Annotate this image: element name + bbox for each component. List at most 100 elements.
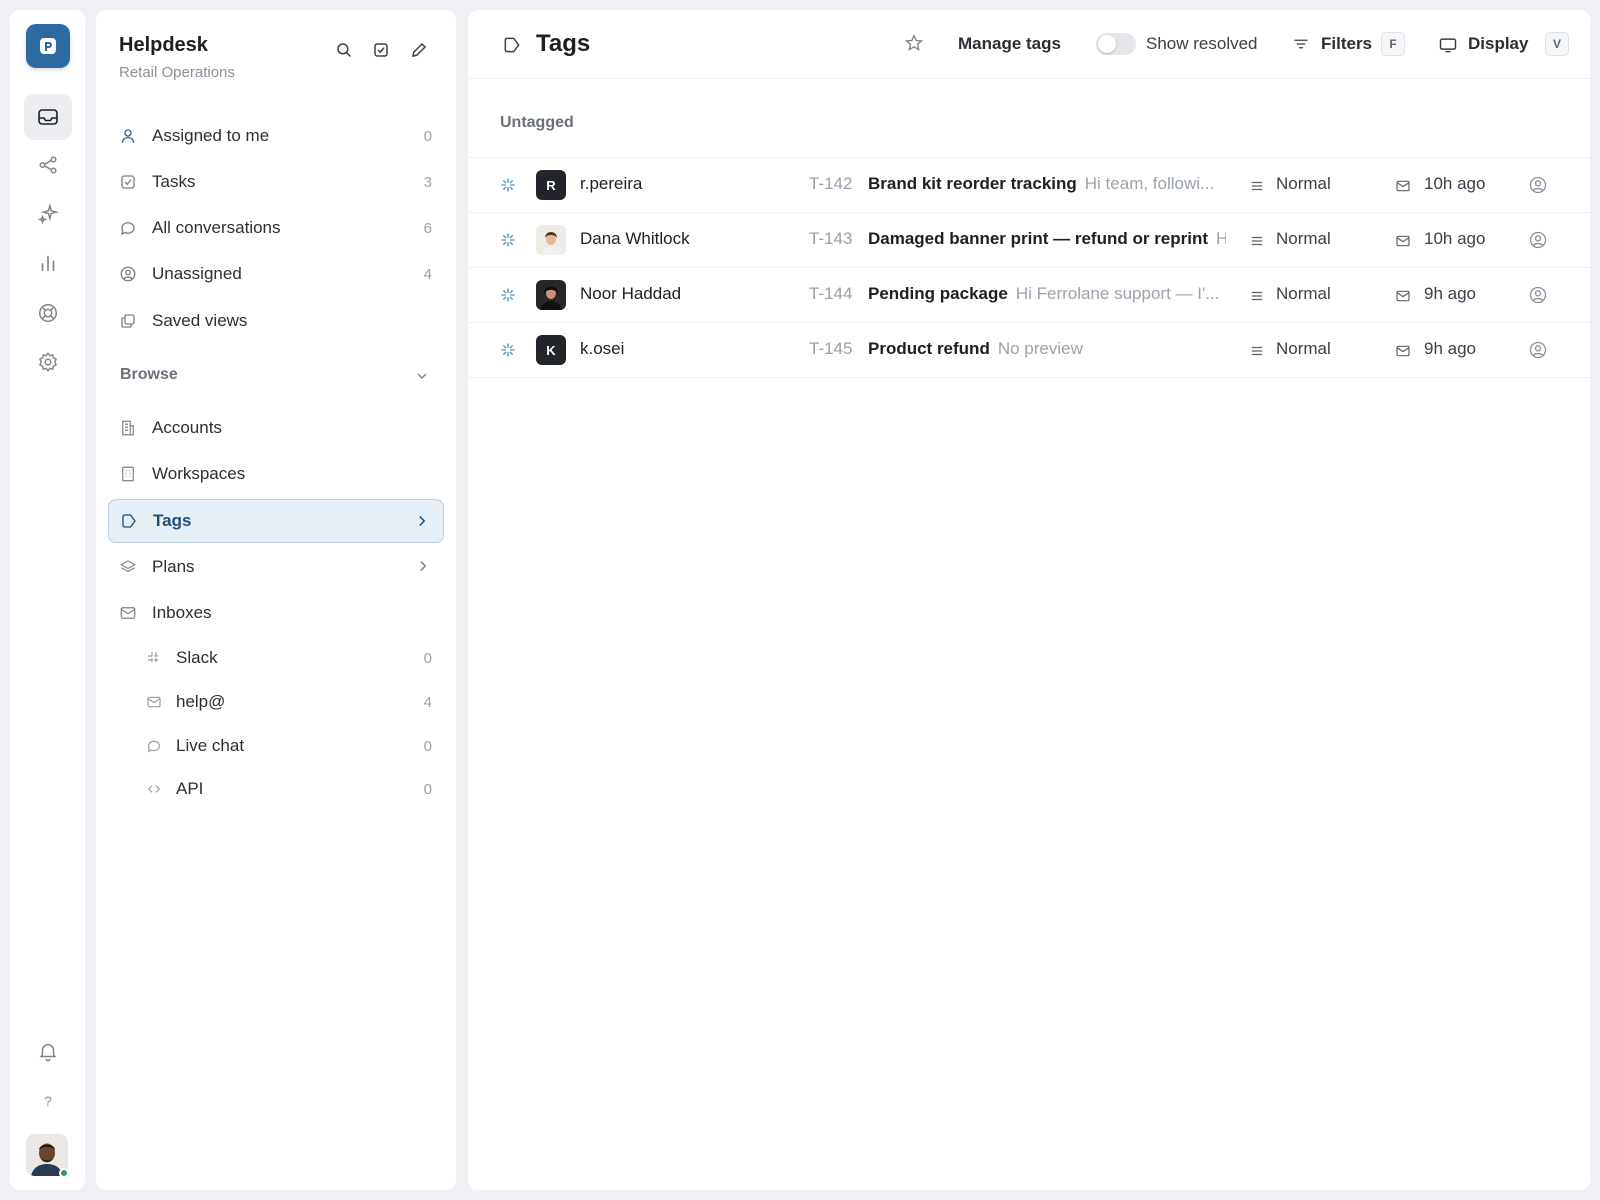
nav-tasks[interactable]: Tasks 3 — [108, 160, 444, 204]
search-button[interactable] — [332, 38, 356, 62]
assignee-icon[interactable] — [1528, 175, 1548, 195]
requester-name: Dana Whitlock — [580, 229, 690, 248]
ticket-row[interactable]: Noor Haddad T-144 Pending package Hi Ferr… — [468, 268, 1590, 323]
chevron-right-icon — [414, 557, 432, 575]
user-icon — [118, 126, 138, 146]
inbox-count: 4 — [423, 693, 432, 711]
nav-label: Workspaces — [152, 464, 246, 483]
nav-all-conversations[interactable]: All conversations 6 — [108, 206, 444, 250]
nav-accounts[interactable]: Accounts — [108, 406, 444, 450]
nav-saved-views[interactable]: Saved views — [108, 299, 444, 343]
requester-name: Noor Haddad — [580, 284, 682, 303]
ticket-preview: Hi Ferrolane support — I'... — [1015, 284, 1220, 303]
rail-help[interactable]: ? — [24, 1078, 72, 1124]
rail-support[interactable] — [24, 290, 72, 336]
nav-count: 6 — [423, 219, 432, 237]
assignee-icon[interactable] — [1528, 230, 1548, 250]
nav-label: Assigned to me — [152, 126, 270, 145]
mail-icon — [1395, 178, 1411, 194]
ticket-subject: Pending package — [868, 284, 1008, 303]
assignee-icon[interactable] — [1528, 285, 1548, 305]
inbox-count: 0 — [423, 649, 432, 667]
workspace-subtitle: Retail Operations — [119, 64, 235, 81]
ticket-summary: Brand kit reorder tracking Hi team, follo… — [868, 174, 1226, 194]
ticket-row[interactable]: Dana Whitlock T-143 Damaged banner print… — [468, 213, 1590, 268]
ticket-time: 10h ago — [1424, 229, 1486, 248]
workspace-title: Helpdesk — [119, 34, 208, 56]
priority-label[interactable]: Normal — [1276, 339, 1331, 359]
inbox-live-chat[interactable]: Live chat 0 — [134, 726, 444, 766]
layers-icon — [118, 557, 138, 577]
mail-icon — [1395, 233, 1411, 249]
priority-label[interactable]: Normal — [1276, 174, 1331, 194]
priority-label[interactable]: Normal — [1276, 284, 1331, 304]
rail-notifications[interactable] — [24, 1028, 72, 1074]
chevron-down-icon — [417, 373, 427, 379]
ticket-id: T-145 — [809, 339, 853, 358]
priority-icon — [1250, 234, 1264, 248]
nav-assigned-to-me[interactable]: Assigned to me 0 — [108, 114, 444, 158]
toggle-knob — [1098, 35, 1116, 53]
rail-settings[interactable] — [24, 339, 72, 385]
tasks-button[interactable] — [369, 38, 393, 62]
filters-button[interactable]: Filters — [1321, 34, 1372, 54]
nav-label: Inboxes — [152, 603, 212, 622]
assignee-icon[interactable] — [1528, 340, 1548, 360]
browse-collapse-toggle[interactable] — [414, 368, 430, 384]
ticket-summary: Damaged banner print — refund or reprint… — [868, 229, 1226, 249]
ticket-row[interactable]: R r.pereira T-142 Brand kit reorder trac… — [468, 158, 1590, 213]
priority-icon — [1250, 289, 1264, 303]
status-spark-icon — [500, 342, 516, 358]
top-bar: Tags Manage tags Show resolved Filters F… — [468, 10, 1590, 79]
rail-workflows[interactable] — [24, 142, 72, 188]
rail-ai[interactable] — [24, 191, 72, 237]
priority-icon — [1250, 344, 1264, 358]
nav-workspaces[interactable]: Workspaces — [108, 452, 444, 496]
avatar: R — [536, 170, 566, 200]
manage-tags-button[interactable]: Manage tags — [958, 34, 1061, 54]
search-icon — [337, 43, 351, 57]
chevron-right-icon — [413, 512, 431, 530]
app-logo[interactable] — [26, 24, 70, 68]
app-rail: ? — [10, 10, 85, 1190]
ticket-preview: Hi team, followi... — [1084, 174, 1215, 193]
nav-label: Accounts — [152, 418, 222, 437]
ticket-subject: Damaged banner print — refund or reprint — [868, 229, 1209, 248]
priority-label[interactable]: Normal — [1276, 229, 1331, 249]
slack-icon — [144, 648, 164, 668]
nav-inboxes[interactable]: Inboxes — [108, 591, 444, 635]
ticket-row[interactable]: K k.osei T-145 Product refund No preview … — [468, 323, 1590, 378]
compose-button[interactable] — [407, 38, 431, 62]
show-resolved-toggle[interactable] — [1096, 33, 1136, 55]
ticket-summary: Product refund No preview — [868, 339, 1226, 359]
mail-icon — [118, 603, 138, 623]
display-button[interactable]: Display — [1468, 34, 1528, 54]
star-icon[interactable] — [904, 33, 924, 53]
ticket-preview: Hi — [1216, 229, 1226, 248]
rail-inbox[interactable] — [24, 94, 72, 140]
nav-tags[interactable]: Tags — [108, 499, 444, 543]
nav-label: Tags — [153, 511, 192, 530]
user-circle-icon — [118, 264, 138, 284]
priority-icon — [1250, 179, 1264, 193]
filter-icon — [1292, 35, 1310, 53]
inbox-label: API — [176, 779, 204, 798]
inbox-slack[interactable]: Slack 0 — [134, 638, 444, 678]
inbox-api[interactable]: API 0 — [134, 769, 444, 809]
code-icon — [144, 779, 164, 799]
nav-label: Unassigned — [152, 264, 242, 283]
group-heading: Untagged — [500, 114, 574, 131]
rail-reports[interactable] — [24, 240, 72, 286]
status-spark-icon — [500, 287, 516, 303]
building-icon — [118, 418, 138, 438]
nav-count: 0 — [423, 127, 432, 145]
requester-name: k.osei — [580, 339, 625, 358]
inbox-count: 0 — [423, 737, 432, 755]
sparkles-icon — [37, 203, 59, 225]
office-icon — [118, 464, 138, 484]
inbox-label: help@ — [176, 692, 226, 711]
ticket-time: 9h ago — [1424, 339, 1476, 358]
nav-plans[interactable]: Plans — [108, 545, 444, 589]
inbox-help[interactable]: help@ 4 — [134, 682, 444, 722]
nav-unassigned[interactable]: Unassigned 4 — [108, 252, 444, 296]
